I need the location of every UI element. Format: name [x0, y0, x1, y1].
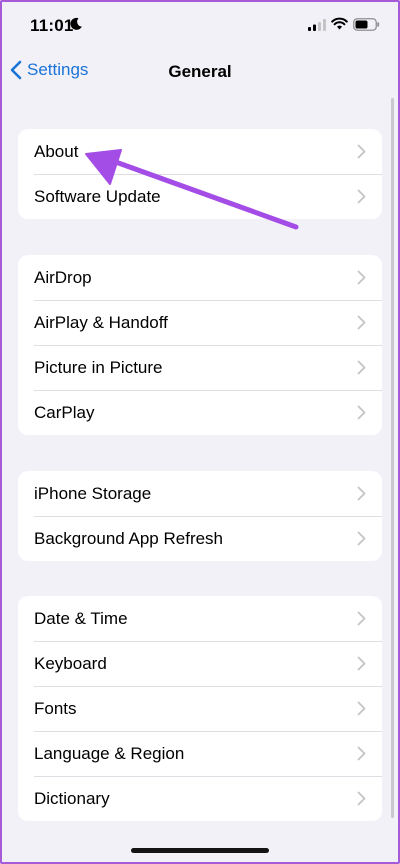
settings-group-general-info: About Software Update: [18, 129, 382, 219]
row-language-region[interactable]: Language & Region: [18, 731, 382, 776]
status-bar: 11:01: [0, 0, 400, 52]
chevron-right-icon: [357, 746, 366, 761]
chevron-right-icon: [357, 315, 366, 330]
chevron-right-icon: [357, 360, 366, 375]
navigation-bar: Settings General: [0, 52, 400, 96]
row-iphone-storage[interactable]: iPhone Storage: [18, 471, 382, 516]
chevron-right-icon: [357, 189, 366, 204]
row-picture-in-picture[interactable]: Picture in Picture: [18, 345, 382, 390]
row-date-time[interactable]: Date & Time: [18, 596, 382, 641]
row-label: Picture in Picture: [34, 357, 163, 377]
row-label: Software Update: [34, 186, 161, 206]
row-about[interactable]: About: [18, 129, 382, 174]
settings-group-connectivity: AirDrop AirPlay & Handoff Picture in Pic…: [18, 255, 382, 435]
row-label: Background App Refresh: [34, 528, 224, 548]
chevron-right-icon: [357, 656, 366, 671]
settings-group-storage: iPhone Storage Background App Refresh: [18, 471, 382, 561]
row-airplay-handoff[interactable]: AirPlay & Handoff: [18, 300, 382, 345]
chevron-right-icon: [357, 486, 366, 501]
row-label: AirPlay & Handoff: [34, 312, 168, 332]
row-dictionary[interactable]: Dictionary: [18, 776, 382, 821]
row-label: CarPlay: [34, 402, 95, 422]
wifi-icon: [331, 17, 348, 30]
row-keyboard[interactable]: Keyboard: [18, 641, 382, 686]
row-software-update[interactable]: Software Update: [18, 174, 382, 219]
cellular-signal-icon: [308, 19, 326, 31]
chevron-right-icon: [357, 270, 366, 285]
row-carplay[interactable]: CarPlay: [18, 390, 382, 435]
page-title: General: [168, 62, 232, 81]
moon-icon: [70, 17, 82, 30]
row-label: Fonts: [34, 698, 77, 718]
chevron-right-icon: [357, 144, 366, 159]
row-background-app-refresh[interactable]: Background App Refresh: [18, 516, 382, 561]
battery-icon: [353, 18, 380, 31]
settings-group-locale: Date & Time Keyboard Fonts Language & Re…: [18, 596, 382, 821]
row-label: Date & Time: [34, 608, 128, 628]
chevron-right-icon: [357, 611, 366, 626]
scroll-indicator[interactable]: [391, 98, 394, 818]
row-label: iPhone Storage: [34, 483, 152, 503]
row-label: About: [34, 141, 79, 161]
row-airdrop[interactable]: AirDrop: [18, 255, 382, 300]
home-indicator[interactable]: [131, 848, 269, 853]
chevron-right-icon: [357, 531, 366, 546]
row-fonts[interactable]: Fonts: [18, 686, 382, 731]
row-label: Language & Region: [34, 743, 185, 763]
status-time: 11:01: [30, 16, 74, 35]
row-label: AirDrop: [34, 267, 92, 287]
chevron-right-icon: [357, 791, 366, 806]
row-label: Dictionary: [34, 788, 110, 808]
chevron-right-icon: [357, 405, 366, 420]
chevron-right-icon: [357, 701, 366, 716]
row-label: Keyboard: [34, 653, 107, 673]
